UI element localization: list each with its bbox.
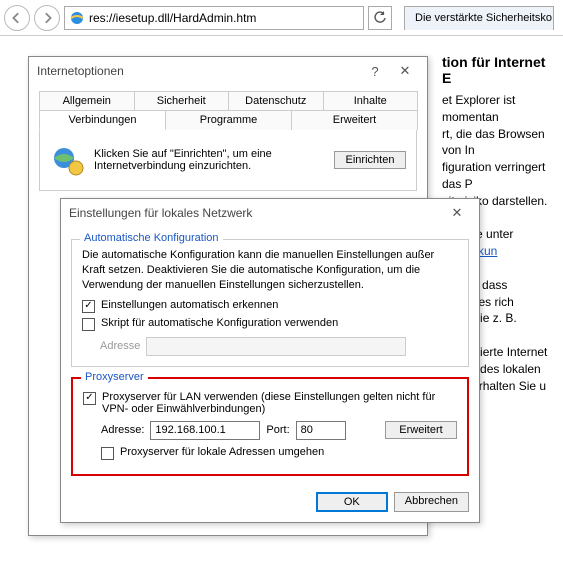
checkbox-use-proxy[interactable] [83,392,96,405]
checkbox-use-script[interactable] [82,318,95,331]
dialog-titlebar: Internetoptionen ? ✕ [29,57,427,85]
browser-toolbar: res://iesetup.dll/HardAdmin.htm Die vers… [0,0,563,36]
einrichten-button[interactable]: Einrichten [334,151,406,169]
tabs-row-2: Verbindungen Programme Erweitert [39,110,417,130]
auto-config-desc: Die automatische Konfiguration kann die … [82,248,458,293]
tab-programme[interactable]: Programme [165,110,292,130]
tab-datenschutz[interactable]: Datenschutz [228,91,324,110]
conn-desc: Klicken Sie auf "Einrichten", um eine In… [94,148,326,172]
cancel-button[interactable]: Abbrechen [394,492,469,512]
label-bypass-local: Proxyserver für lokale Adressen umgehen [120,446,324,458]
label-auto-detect: Einstellungen automatisch erkennen [101,299,278,311]
close-button[interactable]: ✕ [391,61,419,81]
label-use-proxy: Proxyserver für LAN verwenden (diese Ein… [102,391,457,415]
lan-settings-dialog: Einstellungen für lokales Netzwerk ✕ Aut… [60,198,480,523]
ie-icon [69,10,85,26]
back-button[interactable] [4,5,30,31]
page-text: et Explorer ist momentan [442,93,515,124]
tab-inhalte[interactable]: Inhalte [323,91,419,110]
tab-strip: Die verstärkte Sicherheitsko... ✕ [404,6,554,30]
dialog-titlebar: Einstellungen für lokales Netzwerk ✕ [61,199,479,227]
proxy-legend: Proxyserver [81,371,148,383]
input-proxy-port[interactable] [296,421,346,440]
browser-tab[interactable]: Die verstärkte Sicherheitsko... ✕ [404,6,554,30]
auto-config-legend: Automatische Konfiguration [80,232,223,244]
erweitert-button[interactable]: Erweitert [385,421,457,439]
refresh-button[interactable] [368,6,392,30]
ok-button[interactable]: OK [316,492,388,512]
tab-allgemein[interactable]: Allgemein [39,91,135,110]
auto-config-fieldset: Automatische Konfiguration Die automatis… [71,239,469,367]
page-text: rt, die das Browsen von In [442,127,545,158]
forward-button[interactable] [34,5,60,31]
page-title: tion für Internet E [442,54,548,86]
address-bar[interactable]: res://iesetup.dll/HardAdmin.htm [64,6,364,30]
globe-icon [50,142,86,178]
input-script-address [146,337,406,356]
url-text: res://iesetup.dll/HardAdmin.htm [89,11,256,25]
page-text: figuration verringert das P [442,160,545,191]
input-proxy-address[interactable] [150,421,260,440]
dialog-title-text: Internetoptionen [37,64,124,78]
checkbox-auto-detect[interactable] [82,300,95,313]
label-proxy-address: Adresse: [101,424,144,436]
tabs-row-1: Allgemein Sicherheit Datenschutz Inhalte [39,91,417,110]
tab-label: Die verstärkte Sicherheitsko... [415,12,554,24]
tab-sicherheit[interactable]: Sicherheit [134,91,230,110]
close-button[interactable]: ✕ [443,203,471,223]
checkbox-bypass-local[interactable] [101,447,114,460]
tab-erweitert[interactable]: Erweitert [291,110,418,130]
label-use-script: Skript für automatische Konfiguration ve… [101,317,338,329]
proxy-fieldset: Proxyserver Proxyserver für LAN verwende… [71,377,469,476]
tab-verbindungen[interactable]: Verbindungen [39,110,166,130]
label-script-address: Adresse [100,340,140,352]
dialog-title-text: Einstellungen für lokales Netzwerk [69,206,252,220]
label-proxy-port: Port: [266,424,289,436]
help-button[interactable]: ? [361,61,389,81]
